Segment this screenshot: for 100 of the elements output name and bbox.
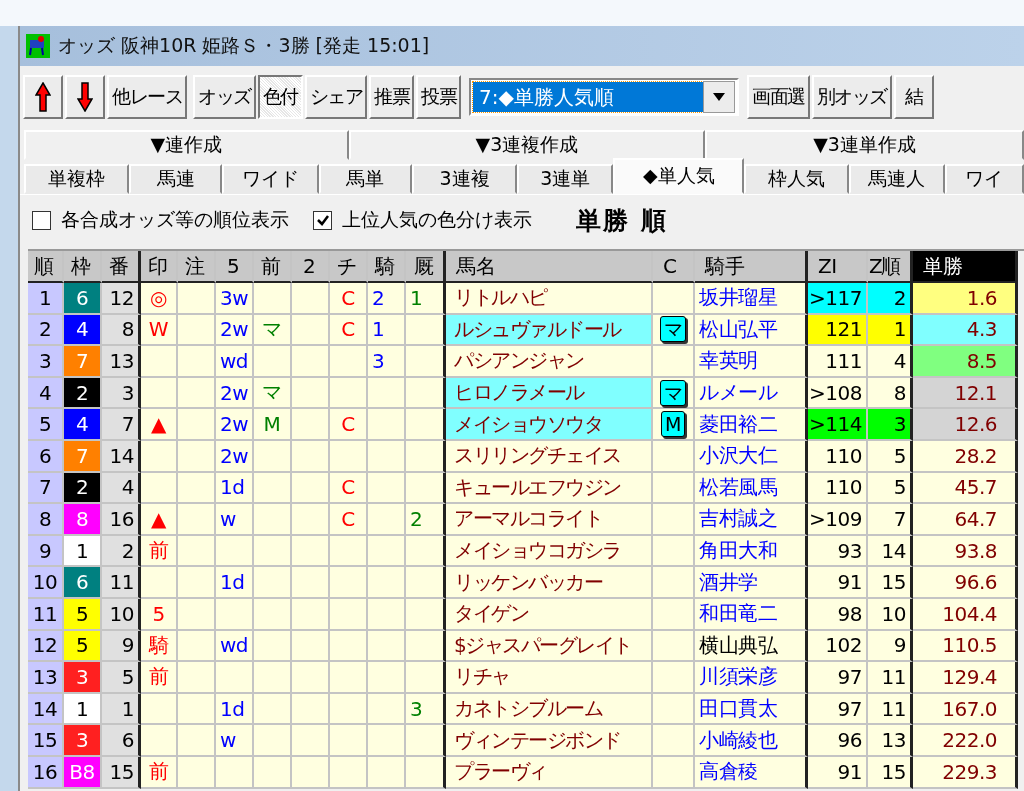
horse-name-cell: ヴィンテージボンド	[446, 725, 653, 757]
group-tab[interactable]: ▼連作成	[24, 130, 349, 160]
table-cell: 2w	[216, 440, 254, 473]
tab[interactable]: 3連複	[411, 164, 518, 194]
index-cell: 97	[808, 693, 868, 726]
table-cell: M	[254, 409, 292, 441]
rank-cell: 10	[28, 567, 64, 599]
toolbar-button[interactable]: 結	[893, 75, 934, 119]
index-cell: 102	[808, 630, 868, 663]
mark-cell: ▲	[141, 409, 178, 441]
jockey-cell: 高倉稜	[695, 756, 808, 789]
tab[interactable]: 3連単	[517, 164, 614, 194]
option-checkbox[interactable]: 各合成オッズ等の順位表示	[32, 207, 289, 233]
previous-button[interactable]	[23, 75, 63, 119]
table-cell: C	[330, 283, 368, 315]
index-cell: 97	[808, 662, 868, 694]
column-header: 単勝	[913, 251, 1018, 283]
tab[interactable]: 馬連人	[849, 164, 945, 194]
table-cell: 1d	[216, 693, 254, 726]
toolbar-button[interactable]: 推票	[369, 75, 414, 119]
toolbar-button[interactable]: 色付	[257, 75, 303, 119]
horse-name-cell: リトルハピ	[446, 283, 653, 315]
frame-cell: 4	[64, 409, 102, 441]
tab[interactable]: ワイド	[222, 164, 319, 194]
group-tab[interactable]: ▼3連単作成	[705, 130, 1024, 160]
number-cell: 15	[102, 756, 141, 789]
index-cell: 93	[808, 535, 868, 568]
view-dropdown[interactable]: 7:◆単勝人気順	[469, 78, 739, 116]
odds-cell: 45.7	[913, 472, 1018, 505]
rank-cell: 6	[28, 440, 64, 473]
column-header: 注	[178, 251, 216, 283]
horse-name-cell: ルシュヴァルドール	[446, 314, 653, 347]
odds-cell: 4.3	[913, 314, 1018, 347]
odds-cell: 104.4	[913, 598, 1018, 631]
number-cell: 13	[102, 346, 141, 378]
rank-cell: 11	[28, 598, 64, 631]
toolbar-button[interactable]: 他レース	[107, 75, 187, 119]
toolbar-button[interactable]: 別オッズ	[811, 75, 892, 119]
horse-name-cell: スリリングチェイス	[446, 440, 653, 473]
rank-cell: 4	[28, 377, 64, 410]
toolbar-button[interactable]: オッズ	[193, 75, 256, 119]
jockey-cell: 幸英明	[695, 346, 808, 378]
odds-cell: 93.8	[913, 535, 1018, 568]
odds-cell: 28.2	[913, 440, 1018, 473]
index-rank-cell: 2	[868, 283, 913, 315]
tab[interactable]: ◆単人気	[613, 158, 745, 194]
number-cell: 14	[102, 440, 141, 473]
frame-cell: 1	[64, 535, 102, 568]
index-rank-cell: 4	[868, 346, 913, 378]
next-button[interactable]	[65, 75, 105, 119]
tab[interactable]: 馬単	[318, 164, 412, 194]
index-rank-cell: 11	[868, 693, 913, 726]
mark-cell: 前	[141, 756, 178, 789]
frame-cell: B8	[64, 756, 102, 789]
horse-name-cell: リチャ	[446, 662, 653, 694]
tab[interactable]: 馬連	[129, 164, 223, 194]
jockey-cell: 菱田裕二	[695, 409, 808, 441]
column-header: Z順	[868, 251, 913, 283]
group-tab[interactable]: ▼3連複作成	[348, 130, 706, 160]
number-cell: 6	[102, 725, 141, 757]
number-cell: 9	[102, 630, 141, 663]
odds-cell: 110.5	[913, 630, 1018, 663]
jockey-cell: 坂井瑠星	[695, 283, 808, 315]
column-header: 番	[102, 251, 141, 283]
app-icon	[26, 34, 50, 58]
horse-name-cell: アーマルコライト	[446, 504, 653, 536]
jockey-cell: 小崎綾也	[695, 725, 808, 757]
mark-cell: 騎	[141, 630, 178, 663]
column-header: ZI	[808, 251, 868, 283]
index-rank-cell: 13	[868, 725, 913, 757]
index-cell: 110	[808, 440, 868, 473]
rank-cell: 3	[28, 346, 64, 378]
table-cell: C	[330, 504, 368, 536]
number-cell: 11	[102, 567, 141, 599]
tab[interactable]: ワイ	[944, 164, 1024, 194]
column-header: 騎手	[695, 251, 808, 283]
up-arrow-icon	[35, 82, 51, 112]
index-rank-cell: 11	[868, 662, 913, 694]
toolbar-button[interactable]: 投票	[416, 75, 461, 119]
tab[interactable]: 単複枠	[24, 164, 130, 194]
table-cell: マ	[254, 377, 292, 410]
table-cell: 2	[406, 504, 446, 536]
jockey-cell: 松山弘平	[695, 314, 808, 347]
column-header: 印	[141, 251, 178, 283]
odds-cell: 64.7	[913, 504, 1018, 536]
number-cell: 2	[102, 535, 141, 568]
index-rank-cell: 14	[868, 535, 913, 568]
number-cell: 4	[102, 472, 141, 505]
horse-name-cell: ヒロノラメール	[446, 377, 653, 410]
odds-cell: 167.0	[913, 693, 1018, 726]
tab[interactable]: 枠人気	[744, 164, 850, 194]
toolbar-button[interactable]: シェア	[304, 75, 367, 119]
frame-cell: 3	[64, 725, 102, 757]
index-cell: 111	[808, 346, 868, 378]
jockey-cell: 小沢大仁	[695, 440, 808, 473]
column-header: 騎	[368, 251, 406, 283]
option-checkbox[interactable]: 上位人気の色分け表示	[313, 207, 532, 233]
frame-cell: 2	[64, 377, 102, 410]
toolbar-button[interactable]: 画面選	[747, 75, 810, 119]
horse-name-cell: リッケンバッカー	[446, 567, 653, 599]
